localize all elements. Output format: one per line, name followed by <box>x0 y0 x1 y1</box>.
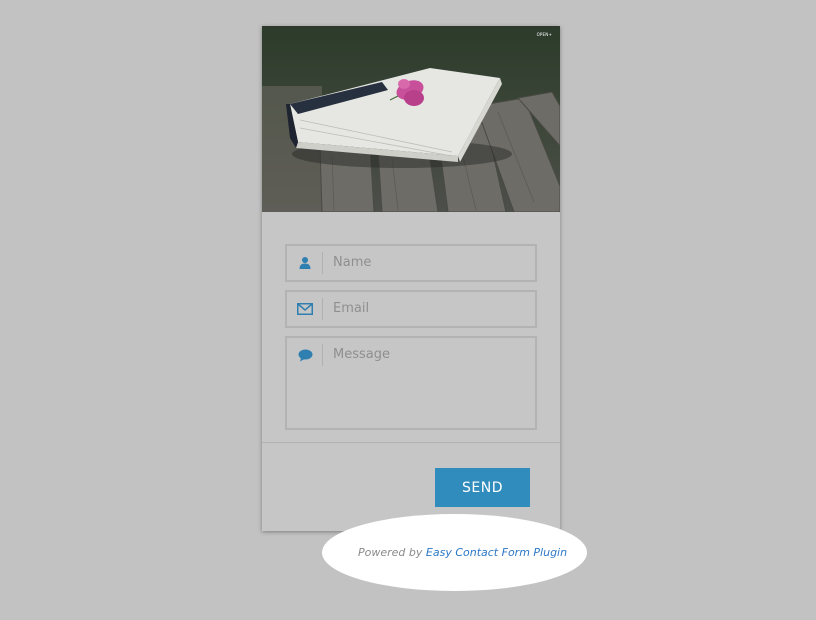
powered-by-text: Powered by Easy Contact Form Plugin <box>358 546 567 559</box>
user-icon <box>287 246 323 280</box>
email-field[interactable]: Email <box>285 290 537 328</box>
hero-badge: OPEN+ <box>536 32 552 37</box>
powered-by-prefix: Powered by <box>358 546 423 559</box>
field-divider <box>322 344 323 366</box>
name-field[interactable]: Name <box>285 244 537 282</box>
plugin-link[interactable]: Easy Contact Form Plugin <box>426 546 567 559</box>
book-on-bench-illustration <box>262 26 560 212</box>
name-placeholder: Name <box>333 255 372 270</box>
email-placeholder: Email <box>333 301 370 316</box>
message-placeholder: Message <box>333 347 390 362</box>
speech-bubble-icon <box>287 338 323 428</box>
form-divider <box>262 442 560 443</box>
contact-form-card: OPEN+ Name Email Message SEND <box>262 26 560 531</box>
field-divider <box>322 298 323 320</box>
message-field[interactable]: Message <box>285 336 537 430</box>
field-divider <box>322 252 323 274</box>
send-button[interactable]: SEND <box>435 468 530 507</box>
hero-image: OPEN+ <box>262 26 560 212</box>
envelope-icon <box>287 292 323 326</box>
